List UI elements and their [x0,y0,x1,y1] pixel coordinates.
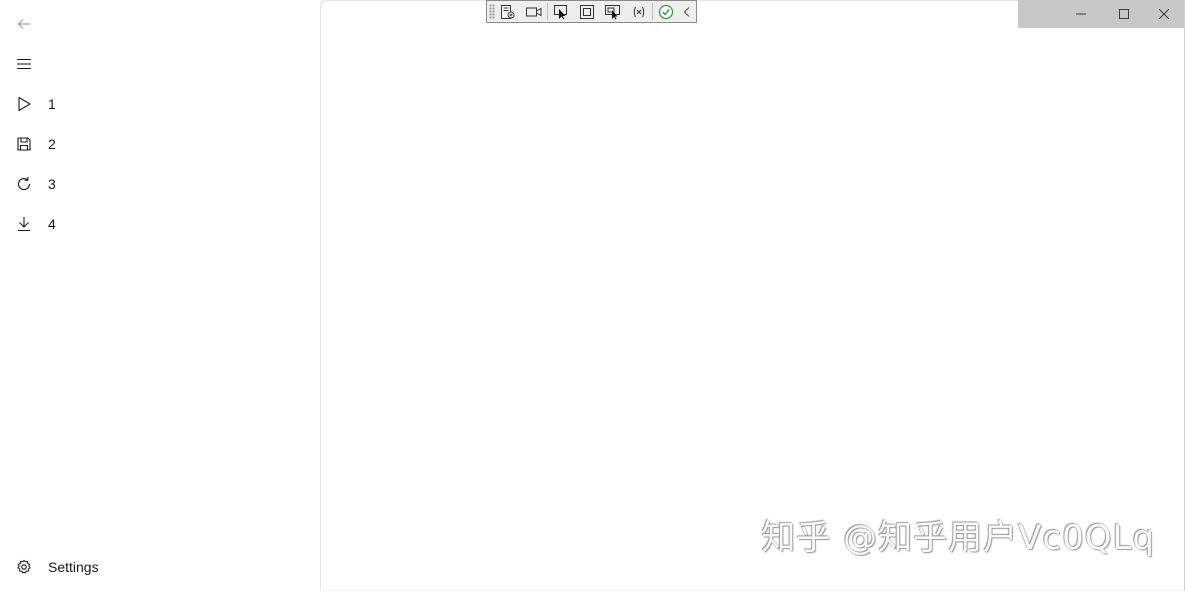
display-layout-adorners-button[interactable] [574,1,600,22]
select-element-icon [554,4,567,19]
hot-reload-status-button[interactable] [653,1,679,22]
track-focus-button[interactable] [600,1,626,22]
nav-item-label: 3 [48,176,56,192]
navigation-pane: 1 2 3 4 Settings [0,0,320,591]
nav-item-1[interactable]: 1 [4,86,316,122]
watermark: 知乎 @知乎用户Vc0QLq [761,518,1155,558]
save-icon [4,136,44,152]
hamburger-menu-button[interactable] [4,46,44,82]
select-element-button[interactable] [548,1,574,22]
track-focus-icon [605,4,620,19]
nav-item-label: 4 [48,216,56,232]
close-icon [1159,9,1169,19]
collapse-toolbar-button[interactable] [679,1,695,22]
live-visual-tree-button[interactable] [495,1,521,22]
visual-tree-icon [501,4,515,19]
record-button[interactable] [521,1,547,22]
nav-item-3[interactable]: 3 [4,166,316,202]
binding-failures-button[interactable] [626,1,652,22]
hamburger-icon [17,58,31,70]
back-button[interactable] [4,6,44,42]
refresh-icon [4,176,44,192]
close-button[interactable] [1144,0,1184,28]
nav-item-settings[interactable]: Settings [4,549,316,585]
layout-adorner-icon [580,4,594,19]
maximize-icon [1119,9,1129,19]
nav-item-4[interactable]: 4 [4,206,316,242]
maximize-button[interactable] [1104,0,1144,28]
back-arrow-icon [17,19,30,29]
video-camera-icon [526,7,542,16]
binding-icon [633,6,645,17]
download-icon [4,216,44,232]
play-icon [4,96,44,112]
nav-item-label: 2 [48,136,56,152]
minimize-button[interactable] [1058,0,1104,28]
minimize-icon [1076,13,1086,15]
chevron-left-icon [683,6,690,17]
settings-label: Settings [48,559,99,575]
xaml-debug-toolbar [486,0,697,23]
title-bar-caption-buttons [1018,0,1184,28]
content-frame [320,0,1184,590]
nav-item-label: 1 [48,96,56,112]
check-circle-icon [658,4,674,19]
gear-icon [4,559,44,575]
nav-item-2[interactable]: 2 [4,126,316,162]
